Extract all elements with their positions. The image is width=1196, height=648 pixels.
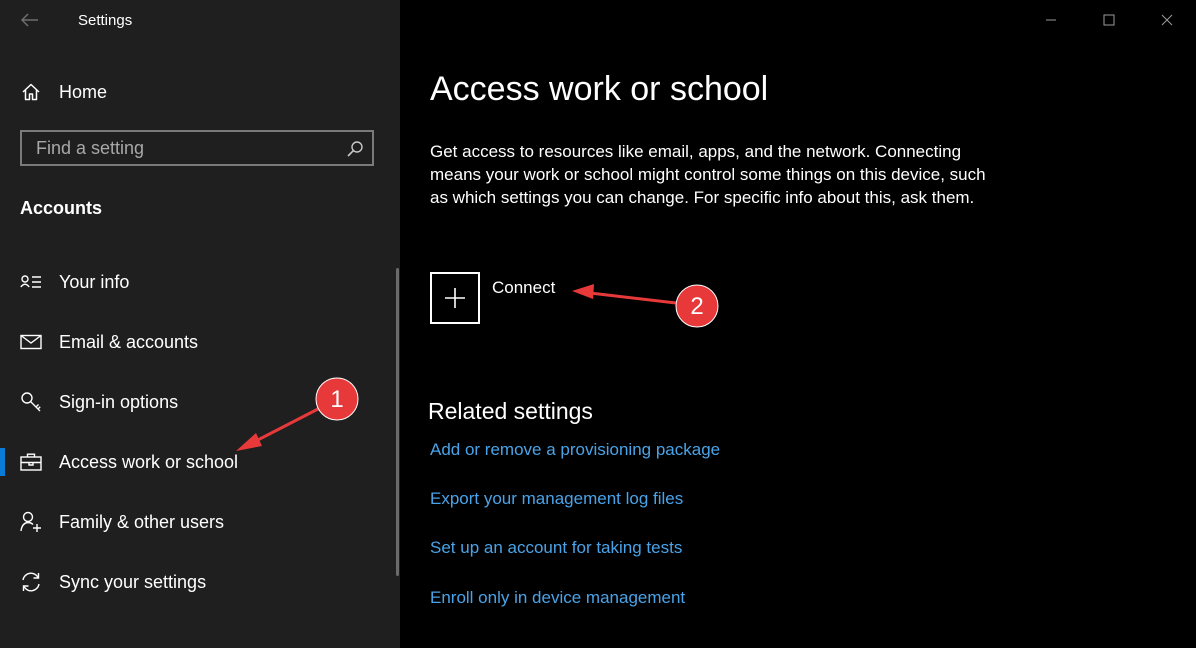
search-input[interactable] [22,132,342,164]
selection-indicator [0,448,5,476]
maximize-button[interactable] [1080,0,1138,40]
sidebar-item-label: Sync your settings [59,571,207,592]
close-button[interactable] [1138,0,1196,40]
sidebar-item-label: Your info [59,271,130,292]
search-icon[interactable] [346,140,364,158]
key-icon [20,391,42,413]
app-title: Settings [78,12,133,29]
link-provisioning-package[interactable]: Add or remove a provisioning package [430,440,720,460]
sidebar-item-label: Sign-in options [59,391,179,412]
search-box [20,130,374,166]
back-arrow-icon [21,13,38,27]
back-button[interactable] [14,6,46,34]
sidebar-item-your-info[interactable]: Your info [0,254,396,310]
main-content: Access work or school Get access to reso… [400,0,1196,648]
sidebar-item-sync-settings[interactable]: Sync your settings [0,554,396,610]
home-icon [20,81,42,103]
sync-icon [20,571,42,593]
plus-icon [445,288,465,308]
connect-button[interactable]: Connect [430,272,555,324]
close-icon [1161,14,1173,26]
link-export-management-logs[interactable]: Export your management log files [430,489,683,509]
page-description: Get access to resources like email, apps… [430,142,986,207]
sidebar-item-label: Family & other users [59,511,225,532]
minimize-icon [1046,19,1056,21]
mail-icon [20,331,42,353]
section-title: Accounts [20,198,103,218]
person-add-icon [20,511,42,533]
home-label: Home [59,81,108,102]
sidebar-scrollbar[interactable] [396,268,399,576]
sidebar-item-email-accounts[interactable]: Email & accounts [0,314,396,370]
minimize-button[interactable] [1022,0,1080,40]
related-settings-title: Related settings [428,398,593,424]
maximize-icon [1103,14,1115,26]
link-enroll-device-management[interactable]: Enroll only in device management [430,588,685,608]
sidebar-item-family-other-users[interactable]: Family & other users [0,494,396,550]
sidebar-item-sign-in-options[interactable]: Sign-in options [0,374,396,430]
page-title: Access work or school [430,70,769,108]
person-card-icon [20,271,42,293]
sidebar-item-label: Email & accounts [59,331,199,352]
link-account-for-tests[interactable]: Set up an account for taking tests [430,538,682,558]
sidebar: Settings Home Accounts Your info [0,0,400,648]
connect-box [430,272,480,324]
nav-home[interactable]: Home [0,70,400,114]
sidebar-item-access-work-or-school[interactable]: Access work or school [0,434,396,490]
connect-label: Connect [492,278,556,297]
briefcase-icon [20,451,42,473]
sidebar-item-label: Access work or school [59,451,239,472]
